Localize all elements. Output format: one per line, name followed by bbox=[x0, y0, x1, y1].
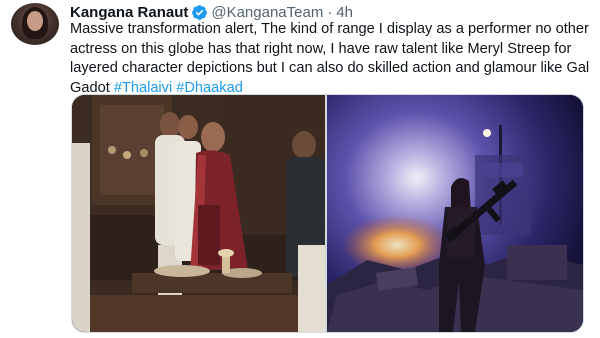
photo-dhaakad-scene[interactable] bbox=[327, 95, 583, 332]
photo-dhaakad-image bbox=[327, 95, 583, 332]
separator-dot: · bbox=[327, 3, 333, 21]
avatar-face bbox=[27, 11, 43, 31]
tweet-timestamp[interactable]: 4h bbox=[336, 4, 353, 21]
media-grid bbox=[71, 94, 584, 333]
photo-thalaivi-scene[interactable] bbox=[72, 95, 325, 332]
verified-badge-icon bbox=[192, 4, 208, 20]
avatar[interactable] bbox=[11, 3, 59, 45]
tweet[interactable]: Kangana Ranaut @KanganaTeam · 4h Massive… bbox=[0, 0, 600, 338]
photo-thalaivi-image bbox=[72, 95, 325, 332]
author-handle[interactable]: @KanganaTeam bbox=[211, 4, 323, 21]
tweet-text: Massive transformation alert, The kind o… bbox=[70, 20, 590, 98]
author-name[interactable]: Kangana Ranaut bbox=[70, 4, 188, 21]
tweet-header: Kangana Ranaut @KanganaTeam · 4h bbox=[70, 2, 353, 22]
